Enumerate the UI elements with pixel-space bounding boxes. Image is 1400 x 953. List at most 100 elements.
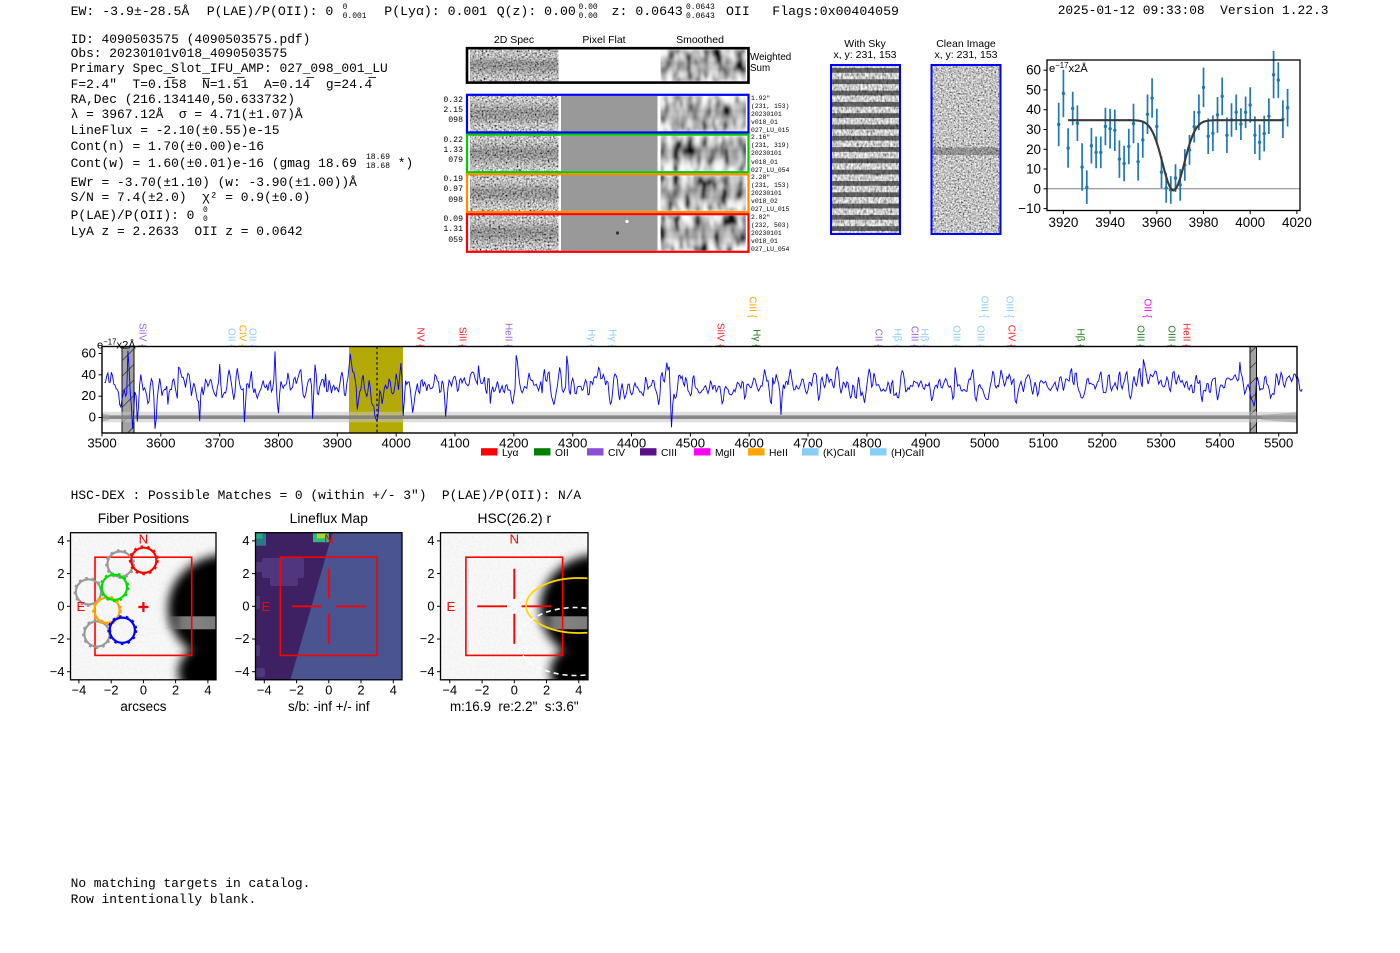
svg-text:Hγ {: Hγ {: [751, 329, 762, 348]
svg-text:0: 0: [140, 682, 147, 697]
svg-text:20: 20: [81, 388, 96, 403]
svg-text:SiIV {: SiIV {: [137, 323, 148, 348]
svg-text:CII {: CII {: [873, 329, 884, 349]
svg-text:HeII {: HeII {: [503, 323, 514, 348]
svg-text:2: 2: [57, 566, 64, 581]
svg-text:OII {: OII {: [226, 328, 237, 348]
svg-text:−4: −4: [257, 682, 272, 697]
svg-text:2: 2: [357, 682, 364, 697]
svg-text:−2: −2: [420, 631, 435, 646]
svg-text:N: N: [324, 531, 334, 546]
svg-text:SiIV {: SiIV {: [715, 323, 726, 348]
svg-text:(K)CaII: (K)CaII: [823, 448, 856, 459]
svg-text:CIV {: CIV {: [237, 325, 248, 348]
svg-text:−4: −4: [50, 664, 65, 679]
svg-text:E: E: [77, 599, 86, 614]
svg-text:5500: 5500: [1264, 436, 1293, 451]
svg-text:OIII {: OIII {: [979, 296, 990, 319]
svg-text:0: 0: [511, 682, 518, 697]
svg-text:4020: 4020: [1282, 215, 1312, 230]
svg-text:2: 2: [427, 566, 434, 581]
svg-text:2: 2: [543, 682, 550, 697]
svg-text:3940: 3940: [1095, 215, 1125, 230]
svg-text:0: 0: [1034, 181, 1041, 196]
svg-text:HeII: HeII: [769, 448, 788, 459]
svg-text:E: E: [447, 599, 456, 614]
svg-text:60: 60: [81, 346, 96, 361]
svg-text:HSC(26.2) r: HSC(26.2) r: [477, 511, 551, 526]
svg-text:4: 4: [242, 533, 249, 548]
svg-text:40: 40: [81, 367, 96, 382]
svg-text:HeII {: HeII {: [1181, 323, 1192, 348]
svg-text:3800: 3800: [264, 436, 293, 451]
svg-text:−2: −2: [235, 631, 250, 646]
svg-text:OIII {: OIII {: [1004, 296, 1015, 319]
svg-text:2: 2: [172, 682, 179, 697]
svg-text:−4: −4: [420, 664, 435, 679]
svg-text:20: 20: [1026, 142, 1041, 157]
svg-text:Hβ {: Hβ {: [1075, 328, 1086, 348]
svg-text:Hγ {: Hγ {: [586, 329, 597, 348]
svg-text:5100: 5100: [1029, 436, 1058, 451]
svg-text:5400: 5400: [1205, 436, 1234, 451]
svg-text:0: 0: [57, 599, 64, 614]
svg-text:arcsecs: arcsecs: [120, 699, 166, 714]
svg-text:OIII {: OIII {: [1166, 325, 1177, 348]
svg-text:Hβ {: Hβ {: [892, 328, 903, 348]
svg-text:CIV: CIV: [608, 448, 625, 459]
svg-text:−2: −2: [289, 682, 304, 697]
svg-text:MgII: MgII: [715, 448, 735, 459]
svg-text:3920: 3920: [1049, 215, 1079, 230]
svg-text:0: 0: [242, 599, 249, 614]
svg-text:4: 4: [204, 682, 211, 697]
svg-text:5000: 5000: [970, 436, 999, 451]
svg-text:CIV {: CIV {: [1006, 325, 1017, 348]
svg-text:5200: 5200: [1088, 436, 1117, 451]
svg-text:3980: 3980: [1189, 215, 1219, 230]
svg-text:60: 60: [1026, 63, 1041, 78]
svg-text:30: 30: [1026, 122, 1041, 137]
svg-text:4: 4: [57, 533, 64, 548]
svg-text:0: 0: [89, 410, 96, 425]
svg-text:−10: −10: [1018, 201, 1041, 216]
svg-text:Fiber Positions: Fiber Positions: [98, 511, 189, 526]
svg-text:s/b: -inf +/- inf: s/b: -inf +/- inf: [288, 699, 370, 714]
svg-text:4: 4: [575, 682, 582, 697]
svg-text:CIII {: CIII {: [747, 296, 758, 318]
svg-text:3960: 3960: [1142, 215, 1172, 230]
svg-text:N: N: [139, 531, 149, 546]
svg-text:SiII {: SiII {: [457, 327, 468, 348]
svg-text:(H)CaII: (H)CaII: [891, 448, 924, 459]
svg-text:3700: 3700: [205, 436, 234, 451]
svg-text:4000: 4000: [382, 436, 411, 451]
svg-text:CIII {: CIII {: [909, 326, 920, 348]
svg-text:0: 0: [325, 682, 332, 697]
svg-text:4: 4: [390, 682, 397, 697]
svg-text:−4: −4: [443, 682, 458, 697]
svg-text:50: 50: [1026, 82, 1041, 97]
svg-text:−4: −4: [235, 664, 250, 679]
svg-text:3600: 3600: [146, 436, 175, 451]
svg-text:OIII {: OIII {: [951, 325, 962, 348]
svg-text:Hγ {: Hγ {: [607, 329, 618, 348]
svg-text:N: N: [510, 531, 520, 546]
svg-text:OII {: OII {: [247, 328, 258, 348]
svg-text:−2: −2: [104, 682, 119, 697]
svg-text:−4: −4: [72, 682, 87, 697]
svg-text:4000: 4000: [1235, 215, 1265, 230]
svg-text:10: 10: [1026, 162, 1041, 177]
svg-text:e−17x2Å: e−17x2Å: [1049, 61, 1088, 75]
svg-text:NV {: NV {: [415, 327, 426, 348]
svg-text:OIII {: OIII {: [975, 325, 986, 348]
svg-text:−2: −2: [50, 631, 65, 646]
svg-text:2: 2: [242, 566, 249, 581]
svg-text:Lineflux Map: Lineflux Map: [290, 511, 369, 526]
svg-text:Hβ {: Hβ {: [919, 328, 930, 348]
svg-text:CIII: CIII: [661, 448, 677, 459]
svg-text:m:16.9 re:2.2" s:3.6": m:16.9 re:2.2" s:3.6": [450, 699, 579, 714]
svg-text:OIII {: OIII {: [1135, 325, 1146, 348]
svg-text:e−17x2Å: e−17x2Å: [97, 338, 136, 352]
svg-text:0: 0: [427, 599, 434, 614]
svg-text:−2: −2: [475, 682, 490, 697]
svg-text:3900: 3900: [323, 436, 352, 451]
